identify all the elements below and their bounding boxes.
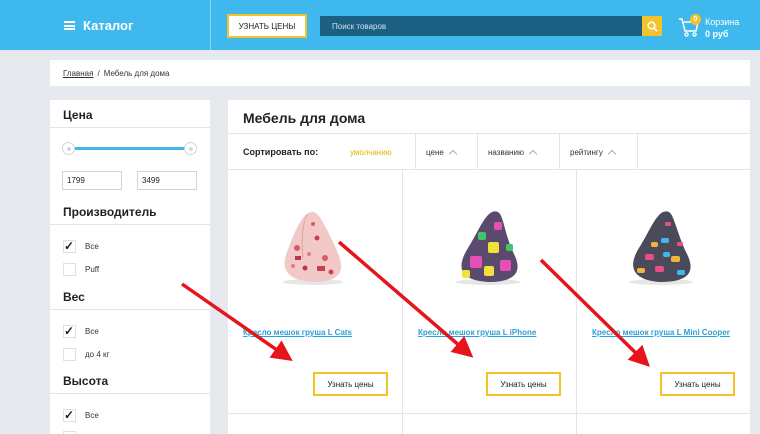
sort-label: Сортировать по:: [243, 147, 319, 157]
beanbag-iphone-image[interactable]: [448, 208, 528, 286]
product-link-mini-cooper[interactable]: Кресло мешок груша L Mini Cooper: [592, 328, 730, 337]
breadcrumb: Главная / Мебель для дома: [50, 60, 750, 86]
search-button[interactable]: [642, 16, 662, 36]
weight-under-4kg-checkbox[interactable]: [63, 348, 76, 361]
manufacturer-filter-title: Производитель: [63, 205, 157, 219]
sort-rating[interactable]: рейтингу: [559, 134, 638, 170]
breadcrumb-separator: /: [97, 68, 100, 78]
manufacturer-all-label[interactable]: Все: [85, 242, 99, 251]
checkmark-icon: ✓: [64, 324, 75, 338]
product-listing: Мебель для дома Сортировать по: умолчани…: [228, 100, 750, 434]
chevron-up-icon: [607, 149, 617, 158]
page-title: Мебель для дома: [243, 110, 366, 126]
product-link-cats[interactable]: Кресло мешок груша L Cats: [243, 328, 352, 337]
product-divider: [402, 170, 403, 434]
sort-price-label: цене: [426, 147, 444, 157]
header-divider: [210, 0, 211, 50]
checkmark-icon: ✓: [64, 408, 75, 422]
weight-under-4kg-label[interactable]: до 4 кг: [85, 350, 109, 359]
product-row-divider: [228, 413, 750, 414]
height-filter-title: Высота: [63, 374, 109, 388]
breadcrumb-current: Мебель для дома: [103, 68, 170, 78]
divider: [50, 393, 210, 394]
catalog-menu-button[interactable]: Каталог: [50, 0, 210, 50]
chevron-up-icon: [448, 149, 458, 158]
get-prices-button-mini-cooper[interactable]: Узнать цены: [660, 372, 735, 396]
beanbag-cats-image[interactable]: [273, 208, 353, 286]
checkmark-icon: ✓: [64, 239, 75, 253]
sort-rating-label: рейтингу: [570, 147, 603, 157]
search-placeholder: Поиск товаров: [332, 21, 387, 31]
price-filter-title: Цена: [63, 108, 93, 122]
sort-price[interactable]: цене: [415, 134, 477, 170]
price-min-input[interactable]: 1799: [62, 171, 122, 190]
cart-count-badge: 0: [690, 14, 701, 25]
get-prices-button[interactable]: УЗНАТЬ ЦЕНЫ: [227, 14, 307, 38]
sort-default[interactable]: умолчанию: [340, 134, 392, 170]
get-prices-button-cats[interactable]: Узнать цены: [313, 372, 388, 396]
manufacturer-puff-checkbox[interactable]: [63, 263, 76, 276]
sort-bar: Сортировать по: умолчанию цене названию …: [228, 133, 750, 170]
price-slider-min-handle[interactable]: [62, 142, 75, 155]
sort-default-label: умолчанию: [350, 147, 392, 157]
price-slider-max-handle[interactable]: [184, 142, 197, 155]
product-link-iphone[interactable]: Кресло мешок груша L iPhone: [418, 328, 536, 337]
product-divider: [576, 170, 577, 434]
sort-name[interactable]: названию: [477, 134, 559, 170]
beanbag-mini-cooper-image[interactable]: [621, 208, 701, 286]
weight-filter-title: Вес: [63, 290, 85, 304]
get-prices-button-iphone[interactable]: Узнать цены: [486, 372, 561, 396]
cart-sum: 0 руб: [705, 29, 729, 39]
divider: [50, 224, 210, 225]
height-all-label[interactable]: Все: [85, 411, 99, 420]
breadcrumb-home-link[interactable]: Главная: [63, 69, 93, 78]
chevron-up-icon: [528, 149, 538, 158]
catalog-label: Каталог: [83, 17, 134, 33]
manufacturer-puff-label[interactable]: Puff: [85, 265, 99, 274]
cart-label[interactable]: Корзина: [705, 17, 739, 27]
price-max-input[interactable]: 3499: [137, 171, 197, 190]
divider: [50, 309, 210, 310]
sort-name-label: названию: [488, 147, 524, 157]
weight-all-label[interactable]: Все: [85, 327, 99, 336]
search-input[interactable]: Поиск товаров: [320, 16, 642, 36]
filter-sidebar: Цена 1799 3499 Производитель ✓ Все Puff …: [50, 100, 210, 434]
price-slider-track[interactable]: [67, 147, 191, 150]
search-icon: [646, 20, 658, 32]
divider: [50, 127, 210, 128]
site-header: Каталог УЗНАТЬ ЦЕНЫ Поиск товаров 0 Корз…: [0, 0, 760, 50]
hamburger-icon: [64, 20, 75, 30]
